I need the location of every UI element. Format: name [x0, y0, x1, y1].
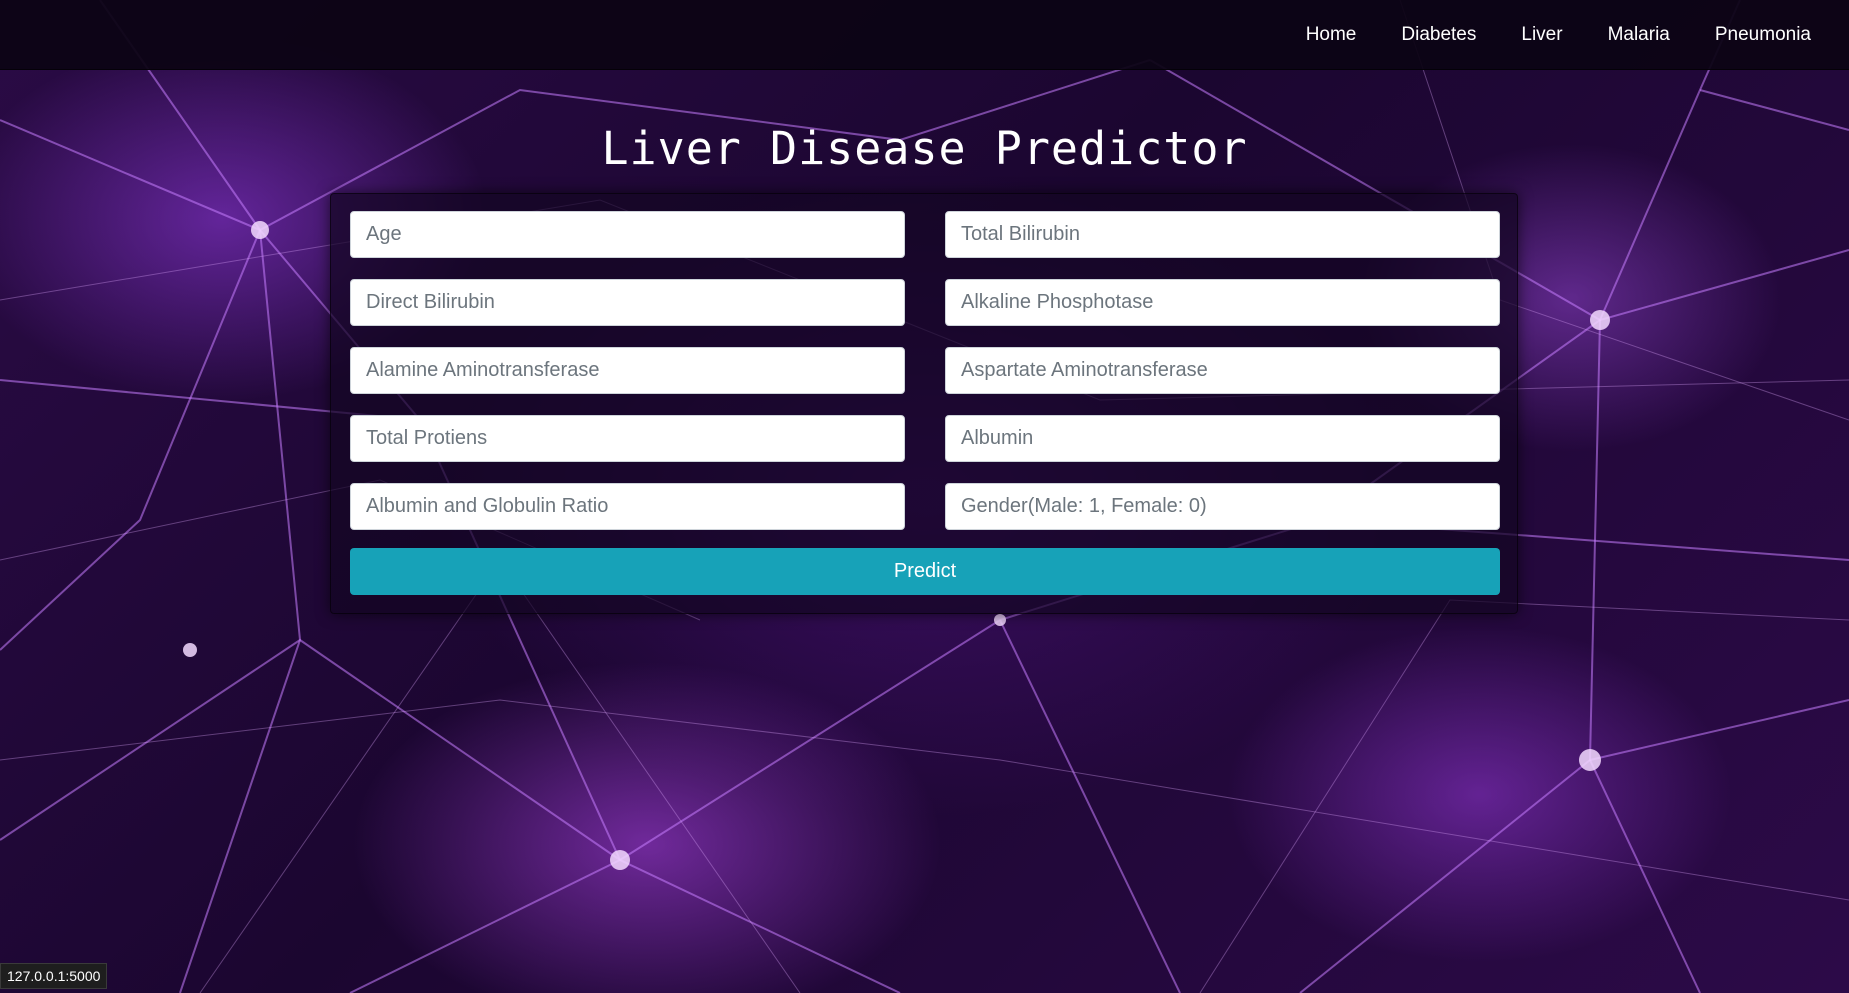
direct-bilirubin-input[interactable]	[350, 279, 905, 326]
liver-prediction-form: Predict	[330, 193, 1518, 614]
albumin-input[interactable]	[945, 415, 1500, 462]
nav-link-home[interactable]: Home	[1306, 24, 1357, 46]
aspartate-aminotransferase-input[interactable]	[945, 347, 1500, 394]
nav-link-liver[interactable]: Liver	[1521, 24, 1562, 46]
alamine-aminotransferase-input[interactable]	[350, 347, 905, 394]
alkaline-phosphotase-input[interactable]	[945, 279, 1500, 326]
age-input[interactable]	[350, 211, 905, 258]
form-fields-grid	[350, 211, 1500, 530]
albumin-globulin-ratio-input[interactable]	[350, 483, 905, 530]
nav-links: Home Diabetes Liver Malaria Pneumonia	[1306, 0, 1811, 70]
browser-status-url: 127.0.0.1:5000	[0, 963, 108, 989]
total-protiens-input[interactable]	[350, 415, 905, 462]
page-title: Liver Disease Predictor	[601, 122, 1248, 175]
gender-input[interactable]	[945, 483, 1500, 530]
nav-link-pneumonia[interactable]: Pneumonia	[1715, 24, 1811, 46]
total-bilirubin-input[interactable]	[945, 211, 1500, 258]
top-navbar: Home Diabetes Liver Malaria Pneumonia	[0, 0, 1849, 70]
nav-link-diabetes[interactable]: Diabetes	[1401, 24, 1476, 46]
nav-link-malaria[interactable]: Malaria	[1608, 24, 1670, 46]
predict-button[interactable]: Predict	[350, 548, 1500, 595]
